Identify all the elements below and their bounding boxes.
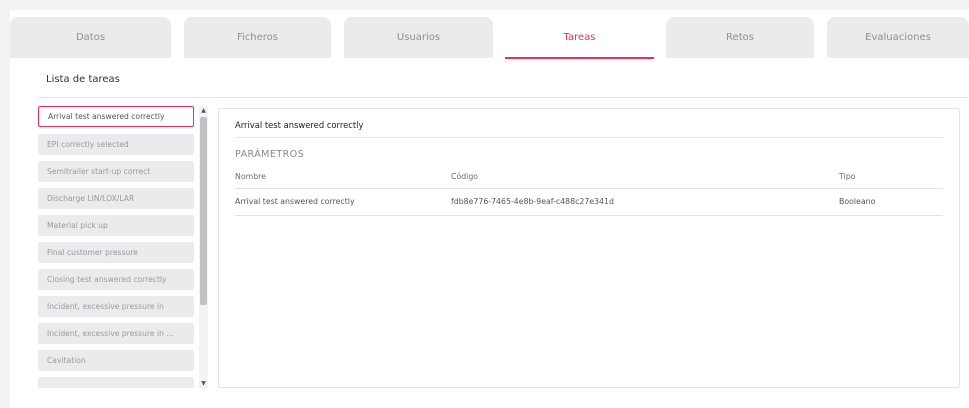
task-detail-title: Arrival test answered correctly (235, 120, 364, 130)
tab-ficheros[interactable]: Ficheros (184, 17, 331, 58)
task-item[interactable]: Incident, excessive pressure in (38, 296, 194, 317)
task-item[interactable]: Material pick up (38, 215, 194, 236)
task-item[interactable]: Incident, excessive pressure in ... (38, 323, 194, 344)
task-item[interactable]: Arrival test answered correctly (38, 106, 194, 127)
task-list-scrollbar[interactable]: ▲ ▼ (199, 106, 208, 388)
column-header-code: Código (451, 172, 479, 181)
task-item[interactable]: Cavitation (38, 350, 194, 371)
parameters-heading: PARÁMETROS (235, 149, 305, 160)
column-header-name: Nombre (235, 172, 266, 181)
task-item[interactable]: EPI correctly selected (38, 134, 194, 155)
scroll-up-icon[interactable]: ▲ (199, 106, 208, 115)
scroll-down-icon[interactable]: ▼ (199, 379, 208, 388)
cell-code: fdb8e776-7465-4e8b-9eaf-c488c27e341d (451, 197, 614, 206)
table-header-divider (235, 188, 943, 189)
column-header-type: Tipo (839, 172, 856, 181)
task-list: Arrival test answered correctly EPI corr… (38, 106, 203, 388)
task-item[interactable]: Closing test answered correctly (38, 269, 194, 290)
tab-usuarios[interactable]: Usuarios (344, 17, 493, 58)
cell-type: Booleano (839, 197, 876, 206)
section-title: Lista de tareas (46, 74, 120, 85)
task-detail-card: Arrival test answered correctly PARÁMETR… (218, 108, 960, 388)
tab-bar: Datos Ficheros Usuarios Tareas Retos Eva… (10, 17, 969, 59)
table-row-divider (235, 215, 943, 216)
task-item[interactable]: Semitrailer start-up correct (38, 161, 194, 182)
task-item[interactable]: Final customer pressure (38, 242, 194, 263)
tab-tareas[interactable]: Tareas (505, 17, 654, 59)
tab-evaluaciones[interactable]: Evaluaciones (827, 17, 969, 58)
tab-datos[interactable]: Datos (10, 17, 171, 58)
task-item[interactable] (38, 377, 194, 388)
detail-divider (235, 137, 943, 138)
main-panel: Datos Ficheros Usuarios Tareas Retos Eva… (10, 10, 969, 408)
tab-retos[interactable]: Retos (666, 17, 814, 58)
task-item[interactable]: Discharge LIN/LOX/LAR (38, 188, 194, 209)
section-divider (38, 97, 969, 98)
cell-name: Arrival test answered correctly (235, 197, 355, 206)
scroll-thumb[interactable] (200, 117, 207, 305)
